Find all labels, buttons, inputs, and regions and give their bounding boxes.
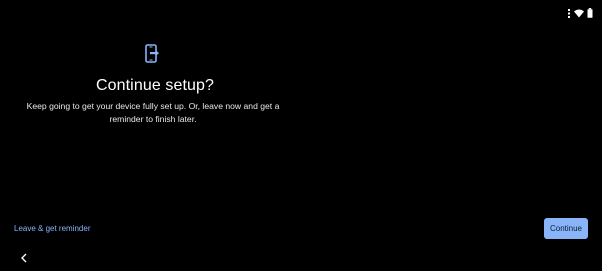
back-icon[interactable] bbox=[19, 252, 29, 264]
setup-description: Keep going to get your device fully set … bbox=[26, 101, 280, 124]
status-bar bbox=[567, 7, 593, 19]
setup-screen: Continue setup? Keep going to get your d… bbox=[0, 0, 602, 271]
leave-and-get-reminder-link[interactable]: Leave & get reminder bbox=[14, 224, 91, 233]
battery-icon bbox=[587, 8, 593, 18]
phone-transfer-icon bbox=[144, 44, 160, 64]
signal-icon bbox=[567, 8, 571, 18]
page-title: Continue setup? bbox=[95, 77, 215, 94]
wifi-icon bbox=[574, 9, 584, 18]
continue-button[interactable]: Continue bbox=[544, 218, 588, 239]
